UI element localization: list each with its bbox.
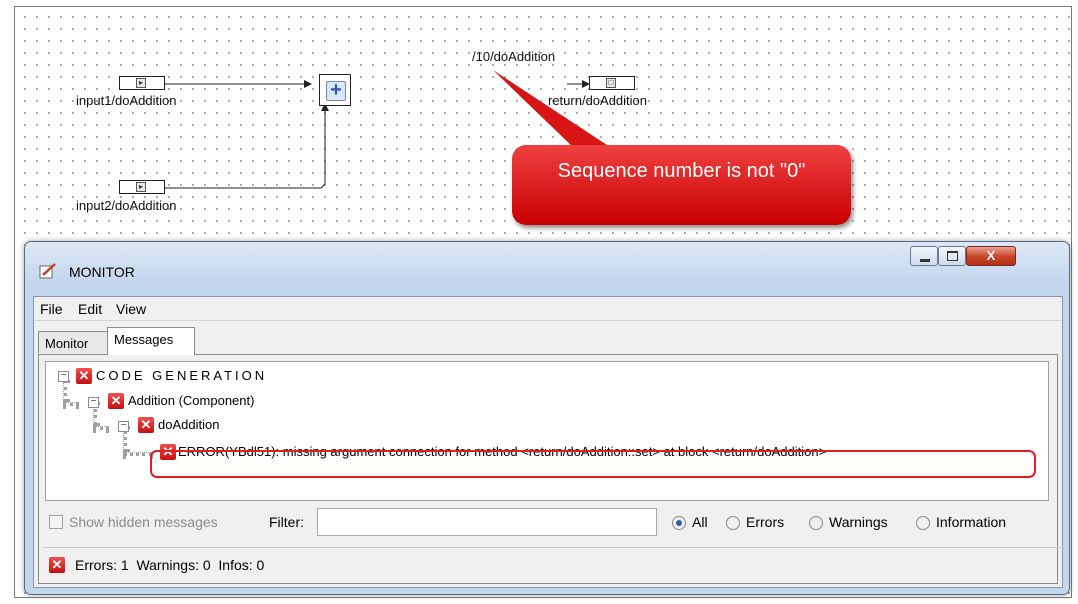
tree-line xyxy=(123,452,153,456)
input1-label: input1/doAddition xyxy=(76,93,177,108)
filter-row: Show hidden messages Filter: All Errors … xyxy=(45,505,1049,541)
tree-component-label[interactable]: Addition (Component) xyxy=(128,392,254,410)
return-label: return/doAddition xyxy=(548,93,648,108)
adder-block[interactable]: + xyxy=(319,74,351,106)
radio-errors-label: Errors xyxy=(746,514,785,530)
close-button[interactable]: X xyxy=(966,246,1016,266)
input-port-icon: ▸ xyxy=(136,78,146,88)
tab-messages[interactable]: Messages xyxy=(107,327,195,355)
radio-all[interactable] xyxy=(672,516,686,530)
plus-icon: + xyxy=(326,80,346,101)
filter-input[interactable] xyxy=(317,508,657,536)
show-hidden-label: Show hidden messages xyxy=(69,514,218,530)
wire-arrow-input1 xyxy=(304,80,312,88)
menu-file[interactable]: File xyxy=(40,301,63,317)
collapse-icon[interactable]: − xyxy=(58,371,69,382)
window-title: MONITOR xyxy=(69,264,135,280)
menu-bar: File Edit View xyxy=(34,297,1062,321)
monitor-window: MONITOR X File Edit View Monitor Message… xyxy=(24,241,1070,595)
callout-note: Sequence number is not "0" xyxy=(512,145,851,225)
window-client: File Edit View Monitor Messages − ✕ CODE… xyxy=(33,296,1063,588)
radio-all-label: All xyxy=(692,514,708,530)
tree-line xyxy=(63,380,67,402)
input2-label: input2/doAddition xyxy=(76,198,177,213)
edit-icon xyxy=(39,263,56,279)
sequence-label: /10/doAddition xyxy=(472,49,556,64)
status-summary: Errors: 1 Warnings: 0 Infos: 0 xyxy=(75,557,265,573)
message-tree[interactable]: − ✕ CODE GENERATION − ✕ Addition (Compon… xyxy=(45,361,1049,501)
radio-errors[interactable] xyxy=(726,516,740,530)
maximize-button[interactable] xyxy=(938,246,966,266)
screen: ▸ input1/doAddition ▸ input2/doAddition … xyxy=(0,0,1078,604)
radio-information[interactable] xyxy=(916,516,930,530)
output-port-icon: □ xyxy=(606,78,616,88)
minimize-button[interactable] xyxy=(910,246,938,266)
error-icon: ✕ xyxy=(108,393,124,409)
input1-port[interactable]: ▸ xyxy=(119,76,165,90)
radio-information-label: Information xyxy=(936,514,1007,530)
error-icon: ✕ xyxy=(76,368,92,384)
error-icon: ✕ xyxy=(49,557,65,573)
collapse-icon[interactable]: − xyxy=(118,421,129,432)
collapse-icon[interactable]: − xyxy=(88,397,99,408)
status-bar: ✕ Errors: 1 Warnings: 0 Infos: 0 xyxy=(43,547,1063,581)
tree-line xyxy=(93,426,109,430)
tab-monitor[interactable]: Monitor xyxy=(38,331,108,353)
close-icon: X xyxy=(986,248,996,263)
tree-root-label[interactable]: CODE GENERATION xyxy=(96,367,267,385)
tree-line xyxy=(63,402,79,406)
error-icon: ✕ xyxy=(138,417,154,433)
input-port-icon: ▸ xyxy=(136,182,146,192)
menu-edit[interactable]: Edit xyxy=(78,301,102,317)
messages-panel: − ✕ CODE GENERATION − ✕ Addition (Compon… xyxy=(38,354,1063,584)
return-port[interactable]: □ xyxy=(589,76,635,90)
wire-input2 xyxy=(165,107,326,189)
tree-method-label[interactable]: doAddition xyxy=(158,416,219,434)
filter-label: Filter: xyxy=(269,514,304,530)
radio-warnings-label: Warnings xyxy=(829,514,888,530)
maximize-icon xyxy=(947,251,958,261)
show-hidden-checkbox[interactable] xyxy=(49,515,63,529)
input2-port[interactable]: ▸ xyxy=(119,180,165,194)
radio-warnings[interactable] xyxy=(809,516,823,530)
minimize-icon xyxy=(920,259,930,262)
menu-view[interactable]: View xyxy=(116,301,146,317)
error-highlight xyxy=(150,450,1036,478)
